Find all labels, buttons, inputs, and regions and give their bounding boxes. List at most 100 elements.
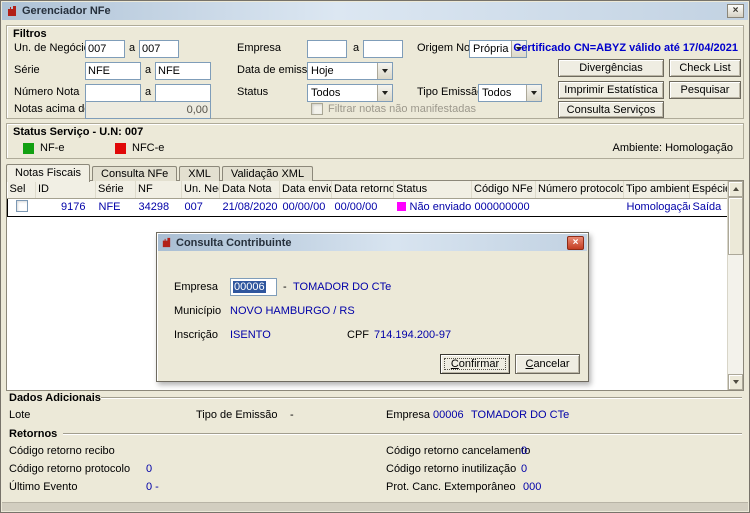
serie-to-input[interactable] (155, 62, 211, 80)
scroll-down-icon (732, 380, 739, 384)
tab-validacao-xml[interactable]: Validação XML (221, 166, 314, 181)
imprimir-estatistica-button[interactable]: Imprimir Estatística (558, 81, 664, 99)
tab-notas-fiscais[interactable]: Notas Fiscais (6, 164, 91, 182)
tab-xml[interactable]: XML (179, 166, 220, 181)
un-negocio-to-input[interactable] (139, 40, 179, 58)
main-window: Gerenciador NFe × Filtros Un. de Negócio… (0, 0, 750, 513)
cancelar-button[interactable]: Cancelar (515, 354, 580, 374)
col-data-envio[interactable]: Data envio (279, 181, 332, 199)
ultimo-evento-label: Último Evento (9, 481, 78, 493)
numero-nota-to-input[interactable] (155, 84, 211, 102)
data-emissao-select[interactable]: Hoje (307, 62, 393, 80)
divergencias-button[interactable]: Divergências (558, 59, 664, 77)
window-titlebar[interactable]: Gerenciador NFe × (2, 2, 748, 20)
chevron-down-icon (382, 69, 388, 73)
status-filter-select[interactable]: Todos (307, 84, 393, 102)
row-codigo-nfe-cell[interactable]: 000000000 (471, 197, 536, 217)
scrollbar-thumb[interactable] (728, 197, 743, 255)
consulta-servicos-button[interactable]: Consulta Serviços (558, 101, 664, 118)
row-sel-cell[interactable] (7, 197, 36, 217)
filtrar-notas-label: Filtrar notas não manifestadas (328, 103, 476, 115)
grid-header-row: Sel ID Série NF Un. Neg. Data Nota Data … (7, 181, 730, 199)
row-data-nota-cell[interactable]: 21/08/2020 (219, 197, 280, 217)
empresa-from-input[interactable] (307, 40, 347, 58)
row-checkbox[interactable] (15, 199, 28, 212)
nfe-status-swatch (23, 143, 34, 154)
col-tipo-ambiente[interactable]: Tipo ambiente (623, 181, 690, 199)
dlg-cpf-label: CPF (347, 329, 369, 341)
notas-tabstrip: Notas Fiscais Consulta NFe XML Validação… (6, 163, 315, 182)
empresa-info-name: TOMADOR DO CTe (471, 409, 570, 421)
col-codigo-nfe[interactable]: Código NFe (471, 181, 536, 199)
row-unneg-cell[interactable]: 007 (181, 197, 220, 217)
row-data-envio-cell[interactable]: 00/00/00 (279, 197, 332, 217)
un-negocio-from-input[interactable] (85, 40, 125, 58)
status-servico-groupbox: Status Serviço - U.N: 007 NF-e NFC-e Amb… (6, 123, 744, 159)
check-list-button[interactable]: Check List (669, 59, 741, 77)
retornos-divider (63, 433, 742, 435)
empresa-label: Empresa (237, 42, 282, 54)
data-emissao-dropdown-button[interactable] (377, 63, 392, 79)
scrollbar-up-button[interactable] (728, 181, 743, 197)
chevron-down-icon (531, 91, 537, 95)
close-icon: × (732, 5, 739, 16)
dlg-empresa-input[interactable]: 00006 (230, 278, 277, 296)
col-status[interactable]: Status (393, 181, 472, 199)
notas-grid: Sel ID Série NF Un. Neg. Data Nota Data … (7, 181, 730, 217)
row-nf-cell[interactable]: 34298 (135, 197, 182, 217)
empresa-info-label: Empresa (386, 409, 431, 421)
row-especie-cell[interactable]: Saída (689, 197, 730, 217)
row-data-retorno-cell[interactable]: 00/00/00 (331, 197, 394, 217)
col-serie[interactable]: Série (95, 181, 136, 199)
notas-acima-input[interactable] (85, 101, 211, 119)
serie-from-input[interactable] (85, 62, 141, 80)
consulta-contribuinte-dialog: Consulta Contribuinte × Empresa 00006 - … (156, 232, 589, 382)
tipo-emissao-value: Todos (482, 87, 512, 99)
window-close-button[interactable]: × (727, 4, 744, 18)
dlg-municipio-value: NOVO HAMBURGO / RS (230, 305, 355, 317)
dados-adicionais-divider (101, 397, 742, 399)
nota-table-row[interactable]: 9176 NFE 34298 007 21/08/2020 00/00/00 0… (7, 197, 730, 217)
col-especie[interactable]: Espécie (689, 181, 730, 199)
empresa-info-code: 00006 (433, 409, 464, 421)
window-bottom-bar (2, 502, 748, 511)
empresa-range-sep: a (353, 42, 360, 54)
empresa-to-input[interactable] (363, 40, 403, 58)
certificado-text: Certificado CN=ABYZ válido até 17/04/202… (513, 42, 738, 54)
dialog-title: Consulta Contribuinte (176, 236, 292, 249)
nfe-label: NF-e (40, 142, 65, 154)
row-serie-cell[interactable]: NFE (95, 197, 136, 217)
col-sel[interactable]: Sel (7, 181, 36, 199)
filtros-title: Filtros (13, 28, 47, 40)
un-negocio-label: Un. de Negócio (14, 42, 90, 54)
col-numero-protocolo[interactable]: Número protocolo (535, 181, 624, 199)
col-nf[interactable]: NF (135, 181, 182, 199)
row-status-cell[interactable]: Não enviado (393, 197, 472, 217)
filtros-groupbox: Filtros Un. de Negócio a Empresa a Orige… (6, 25, 744, 119)
confirmar-button[interactable]: Confirmar (440, 354, 510, 374)
status-dropdown-button[interactable] (377, 85, 392, 101)
row-tipo-ambiente-cell[interactable]: Homologação (623, 197, 690, 217)
app-icon (6, 5, 18, 17)
col-id[interactable]: ID (35, 181, 96, 199)
dialog-titlebar[interactable]: Consulta Contribuinte × (158, 234, 587, 251)
col-un-neg[interactable]: Un. Neg. (181, 181, 220, 199)
filtrar-notas-checkbox[interactable] (311, 103, 323, 115)
grid-vertical-scrollbar[interactable] (727, 181, 743, 390)
dialog-close-button[interactable]: × (567, 235, 584, 250)
status-text: Não enviado (409, 201, 472, 213)
col-data-retorno[interactable]: Data retorno (331, 181, 394, 199)
tipo-emissao-select[interactable]: Todos (478, 84, 542, 102)
retorno-cancelamento-value: 0 (521, 445, 528, 457)
un-negocio-range-sep: a (129, 42, 136, 54)
dlg-municipio-label: Município (174, 305, 222, 317)
scrollbar-down-button[interactable] (728, 374, 743, 390)
col-data-nota[interactable]: Data Nota (219, 181, 280, 199)
numero-nota-from-input[interactable] (85, 84, 141, 102)
tipo-emissao-dropdown-button[interactable] (526, 85, 541, 101)
scroll-up-icon (732, 187, 739, 191)
row-id-cell[interactable]: 9176 (35, 197, 96, 217)
pesquisar-button[interactable]: Pesquisar (669, 81, 741, 99)
tab-consulta-nfe[interactable]: Consulta NFe (92, 166, 178, 181)
row-numero-protocolo-cell[interactable] (535, 197, 624, 217)
